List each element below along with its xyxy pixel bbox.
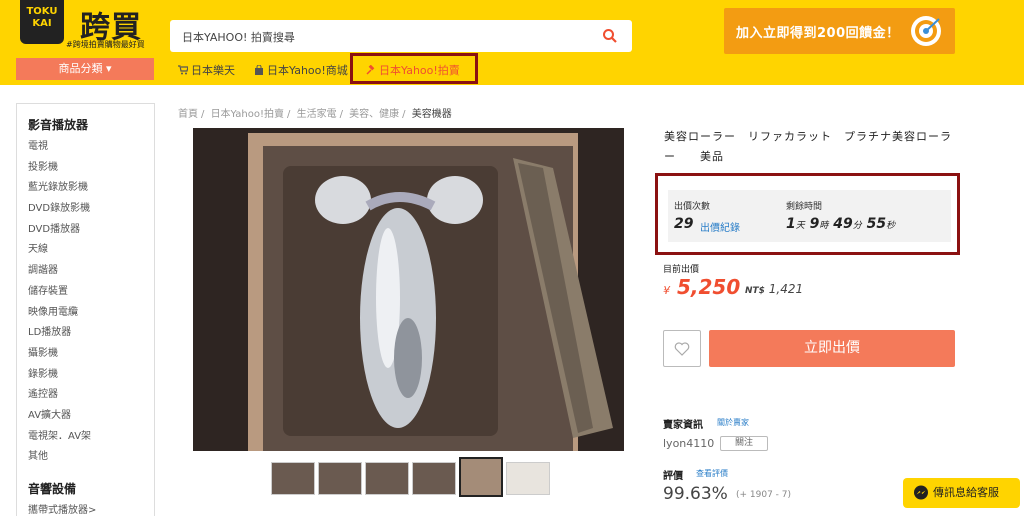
current-price-label: 目前出價: [663, 265, 700, 275]
nav-yahoo-shopping[interactable]: 日本Yahoo!商城: [254, 62, 348, 78]
breadcrumb-item[interactable]: 日本Yahoo!拍賣: [211, 109, 284, 120]
auction-info: 出價次數 29 出價紀錄 剩餘時間 1天 9時 49分 55秒: [668, 190, 951, 242]
sidebar-item[interactable]: 調諧器: [28, 261, 154, 282]
product-photo: [193, 128, 624, 451]
bid-history-link[interactable]: 出價紀錄: [700, 219, 740, 234]
minutes-value: 49: [833, 216, 853, 232]
nav-rakuten[interactable]: 日本樂天: [178, 62, 235, 78]
logo-tagline: #跨境拍賣購物最好買: [66, 40, 145, 49]
thumbnail[interactable]: [412, 462, 456, 495]
category-label: 商品分類: [58, 62, 103, 75]
search-icon[interactable]: [602, 28, 618, 44]
sidebar-item[interactable]: 藍光錄放影機: [28, 178, 154, 199]
yen-value: 5,250: [676, 275, 741, 299]
search-input[interactable]: 日本YAHOO! 拍賣搜尋: [182, 29, 295, 45]
favorite-button[interactable]: [663, 330, 701, 367]
view-rating-link[interactable]: 查看評價: [696, 468, 728, 479]
logo-icon[interactable]: TOKU KAI: [20, 0, 64, 44]
breadcrumb-item[interactable]: 生活家電: [297, 109, 337, 120]
chevron-down-icon: ▾: [105, 62, 112, 75]
bids-count: 29: [674, 216, 694, 232]
follow-button[interactable]: 關注: [720, 436, 768, 451]
hours-value: 9: [809, 216, 820, 232]
sidebar-item[interactable]: 天線: [28, 240, 154, 261]
nav-label: 日本樂天: [191, 64, 235, 77]
product-title: 美容ローラー リファカラット プラチナ美容ローラー 美品: [664, 130, 952, 163]
thumbnail[interactable]: [318, 462, 362, 495]
sidebar-item[interactable]: 錄影機: [28, 365, 154, 386]
sidebar-heading: 音響設備: [28, 482, 77, 496]
sidebar-item[interactable]: 其他: [28, 447, 154, 468]
days-value: 1: [786, 216, 796, 232]
sidebar-item[interactable]: 電視架．AV架: [28, 427, 154, 448]
search-bar[interactable]: 日本YAHOO! 拍賣搜尋: [170, 20, 632, 52]
minutes-unit: 分: [852, 221, 862, 231]
seller-heading: 賣家資訊: [663, 420, 703, 431]
logo-text-1: TOKU: [26, 6, 58, 17]
ntd-prefix: NT$: [745, 286, 765, 296]
site-header: TOKU KAI 跨買 #跨境拍賣購物最好買 日本YAHOO! 拍賣搜尋 加入立…: [0, 0, 1024, 85]
seconds-unit: 秒: [886, 221, 896, 231]
seconds-value: 55: [866, 216, 887, 232]
breadcrumb-item[interactable]: 美容、健康: [349, 109, 399, 120]
category-sidebar: 影音播放器 電視 投影機 藍光錄放影機 DVD錄放影機 DVD播放器 天線 調諧器 儲存裝置映…: [16, 103, 155, 516]
rating-percent: 99.63%: [663, 484, 728, 504]
promo-banner[interactable]: 加入立即得到200回饋金！: [724, 8, 955, 54]
sidebar-item[interactable]: AV擴大器: [28, 406, 154, 427]
sidebar-item[interactable]: LD播放器: [28, 323, 154, 344]
current-price: ¥ 5,250: [663, 275, 740, 299]
seller-name[interactable]: lyon4110: [663, 437, 714, 450]
cart-icon: [178, 65, 188, 75]
remaining-label: 剩餘時間: [786, 202, 823, 212]
hours-unit: 時: [819, 221, 829, 231]
sidebar-item[interactable]: 電視: [28, 137, 154, 158]
promo-text: 加入立即得到200回饋金！: [736, 26, 900, 41]
category-menu-button[interactable]: 商品分類 ▾: [16, 58, 154, 80]
breadcrumb-item[interactable]: 首頁: [178, 109, 198, 120]
thumbnail-selected[interactable]: [459, 457, 503, 497]
sidebar-item[interactable]: 儲存裝置: [28, 282, 154, 303]
highlight-box: [350, 53, 478, 84]
breadcrumb: 首頁 / 日本Yahoo!拍賣 / 生活家電 / 美容、健康 / 美容機器: [178, 109, 452, 120]
thumbnail[interactable]: [506, 462, 550, 495]
sidebar-item[interactable]: DVD錄放影機: [28, 199, 154, 220]
bid-now-button[interactable]: 立即出價: [709, 330, 955, 367]
auction-info-box: 出價次數 29 出價紀錄 剩餘時間 1天 9時 49分 55秒: [655, 173, 960, 255]
about-seller-link[interactable]: 關於賣家: [717, 417, 749, 428]
remaining-time: 1天 9時 49分 55秒: [786, 216, 895, 232]
bag-icon: [255, 65, 263, 75]
thumbnail[interactable]: [365, 462, 409, 495]
logo-text-2: KAI: [32, 18, 52, 29]
product-main-image[interactable]: [193, 128, 624, 451]
rating-heading: 評價: [663, 471, 683, 482]
sidebar-item[interactable]: 投影機: [28, 158, 154, 179]
sidebar-item[interactable]: 攜帶式播放器>: [28, 501, 154, 516]
sidebar-item[interactable]: 攝影機: [28, 344, 154, 365]
rating-counts: (+ 1907 - 7): [736, 490, 792, 500]
messenger-icon: [914, 485, 928, 500]
messenger-label: 傳訊息給客服: [933, 486, 999, 499]
thumbnail-strip: [271, 457, 550, 497]
thumbnail[interactable]: [271, 462, 315, 495]
ntd-price: NT$ 1,421: [745, 282, 803, 296]
nav-label: 日本Yahoo!商城: [267, 64, 348, 77]
sidebar-heading: 影音播放器: [28, 118, 89, 132]
sidebar-item[interactable]: 遙控器: [28, 385, 154, 406]
bids-label: 出價次數: [674, 202, 711, 212]
heart-icon: [674, 342, 690, 356]
ntd-value: 1,421: [768, 282, 804, 296]
target-icon: [911, 16, 941, 46]
sidebar-item[interactable]: DVD播放器: [28, 220, 154, 241]
breadcrumb-item[interactable]: 美容機器: [412, 109, 452, 120]
days-unit: 天: [795, 221, 805, 231]
yen-symbol: ¥: [663, 284, 670, 297]
messenger-button[interactable]: 傳訊息給客服: [903, 478, 1020, 508]
sidebar-item[interactable]: 映像用電纜: [28, 303, 154, 324]
